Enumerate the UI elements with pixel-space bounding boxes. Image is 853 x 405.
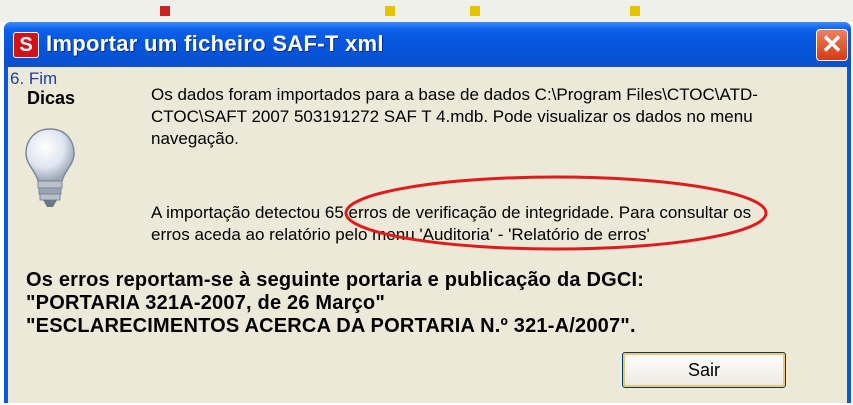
notice-line: "ESCLARECIMENTOS ACERCA DA PORTARIA N.º … [26,315,636,337]
tips-heading: Dicas [27,88,76,108]
background-strip [0,0,853,22]
legal-notice: Os erros reportam-se à seguinte portaria… [26,269,644,338]
import-result-text: Os dados foram importados para a base de… [151,85,758,148]
notice-line: "PORTARIA 321A-2007, de 26 Março" [26,292,386,314]
exit-button[interactable]: Sair [622,352,786,388]
title-bar[interactable]: S Importar um ficheiro SAF-T xml ✕ [4,22,851,67]
background-fragment [160,6,170,16]
background-fragment [470,6,480,16]
close-button[interactable]: ✕ [816,29,848,61]
highlight-ellipse [344,175,768,251]
background-fragment [385,6,395,16]
background-fragment [630,6,640,16]
notice-line: Os erros reportam-se à seguinte portaria… [26,269,645,291]
window-title: Importar um ficheiro SAF-T xml [46,31,384,56]
app-icon: S [13,32,39,58]
step-label: 6. Fim [10,69,58,88]
lightbulb-icon [25,128,75,207]
exit-button-label: Sair [687,360,720,380]
